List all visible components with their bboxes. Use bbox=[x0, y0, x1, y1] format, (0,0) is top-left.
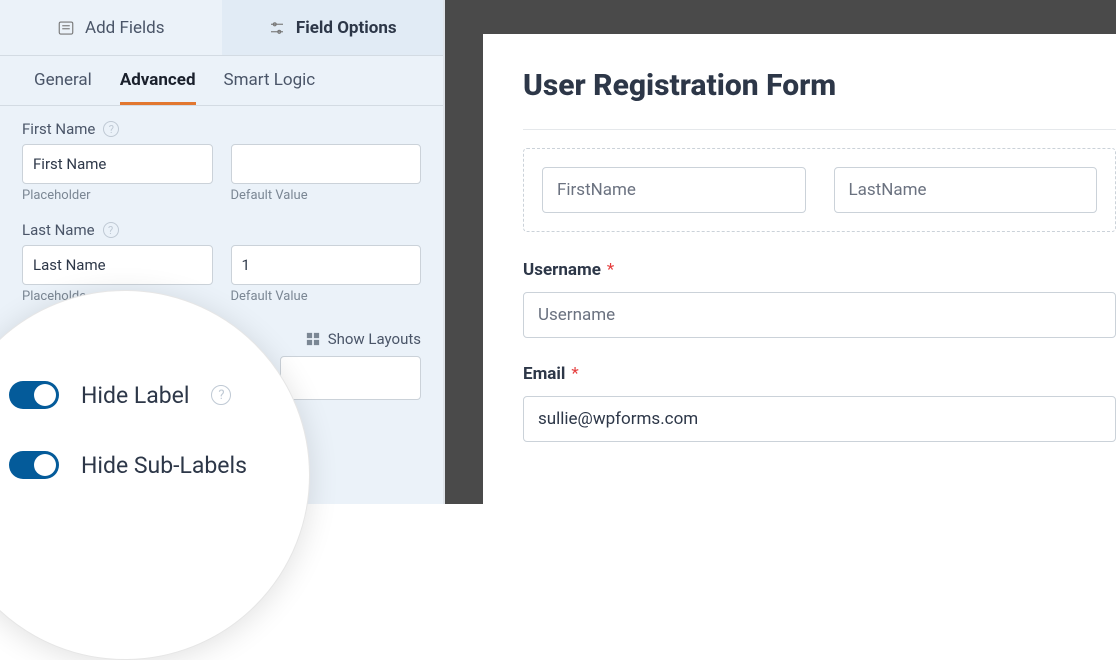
last-name-label: Last Name bbox=[22, 221, 95, 239]
required-mark: * bbox=[571, 364, 578, 384]
preview-area: User Registration Form FirstName LastNam… bbox=[445, 0, 1116, 504]
form-icon bbox=[57, 19, 75, 37]
subtab-general[interactable]: General bbox=[34, 70, 92, 105]
left-panel: Add Fields Field Options General Advance… bbox=[0, 0, 445, 504]
hide-label-toggle[interactable] bbox=[9, 381, 59, 409]
sliders-icon bbox=[268, 19, 286, 37]
username-label: Username bbox=[523, 260, 601, 280]
first-name-label-row: First Name ? bbox=[22, 120, 421, 138]
first-name-placeholder-input[interactable] bbox=[22, 144, 213, 184]
first-name-preview-input[interactable]: FirstName bbox=[542, 167, 806, 213]
tab-add-fields[interactable]: Add Fields bbox=[0, 0, 222, 55]
top-tabs: Add Fields Field Options bbox=[0, 0, 443, 56]
show-layouts-label: Show Layouts bbox=[328, 330, 421, 348]
page-title: User Registration Form bbox=[523, 68, 1116, 103]
hide-sublabels-row: Hide Sub-Labels bbox=[9, 451, 269, 479]
last-name-label-row: Last Name ? bbox=[22, 221, 421, 239]
username-preview-input[interactable]: Username bbox=[523, 292, 1116, 338]
subtab-advanced[interactable]: Advanced bbox=[120, 70, 196, 105]
subtab-smart-logic[interactable]: Smart Logic bbox=[224, 70, 316, 105]
divider bbox=[523, 129, 1116, 130]
last-name-default-caption: Default Value bbox=[231, 289, 422, 304]
username-field: Username * Username bbox=[523, 260, 1116, 338]
tab-field-options-label: Field Options bbox=[296, 18, 397, 38]
required-mark: * bbox=[607, 260, 614, 280]
last-name-placeholder-input[interactable] bbox=[22, 245, 213, 285]
email-preview-input[interactable]: sullie@wpforms.com bbox=[523, 396, 1116, 442]
help-icon[interactable]: ? bbox=[103, 121, 119, 137]
preview-page: User Registration Form FirstName LastNam… bbox=[483, 34, 1116, 504]
hide-sublabels-toggle[interactable] bbox=[9, 451, 59, 479]
email-field: Email * sullie@wpforms.com bbox=[523, 364, 1116, 442]
email-label: Email bbox=[523, 364, 565, 384]
help-icon[interactable]: ? bbox=[211, 385, 231, 405]
first-name-default-caption: Default Value bbox=[231, 188, 422, 203]
last-name-default-input[interactable] bbox=[231, 245, 422, 285]
tab-field-options[interactable]: Field Options bbox=[222, 0, 444, 55]
fields-area: First Name ? Placeholder Default Value L… bbox=[0, 106, 443, 322]
name-field-group[interactable]: FirstName LastName bbox=[523, 148, 1116, 232]
first-name-placeholder-caption: Placeholder bbox=[22, 188, 213, 203]
last-name-preview-input[interactable]: LastName bbox=[834, 167, 1098, 213]
hide-label-row: Hide Label ? bbox=[9, 381, 269, 409]
first-name-default-input[interactable] bbox=[231, 144, 422, 184]
first-name-label: First Name bbox=[22, 120, 95, 138]
extra-input[interactable] bbox=[280, 356, 421, 400]
hide-label-text: Hide Label bbox=[81, 382, 189, 409]
help-icon[interactable]: ? bbox=[103, 222, 119, 238]
grid-icon bbox=[306, 332, 320, 346]
hide-sublabels-text: Hide Sub-Labels bbox=[81, 452, 247, 479]
sub-tabs: General Advanced Smart Logic bbox=[0, 56, 443, 106]
tab-add-fields-label: Add Fields bbox=[85, 18, 165, 38]
